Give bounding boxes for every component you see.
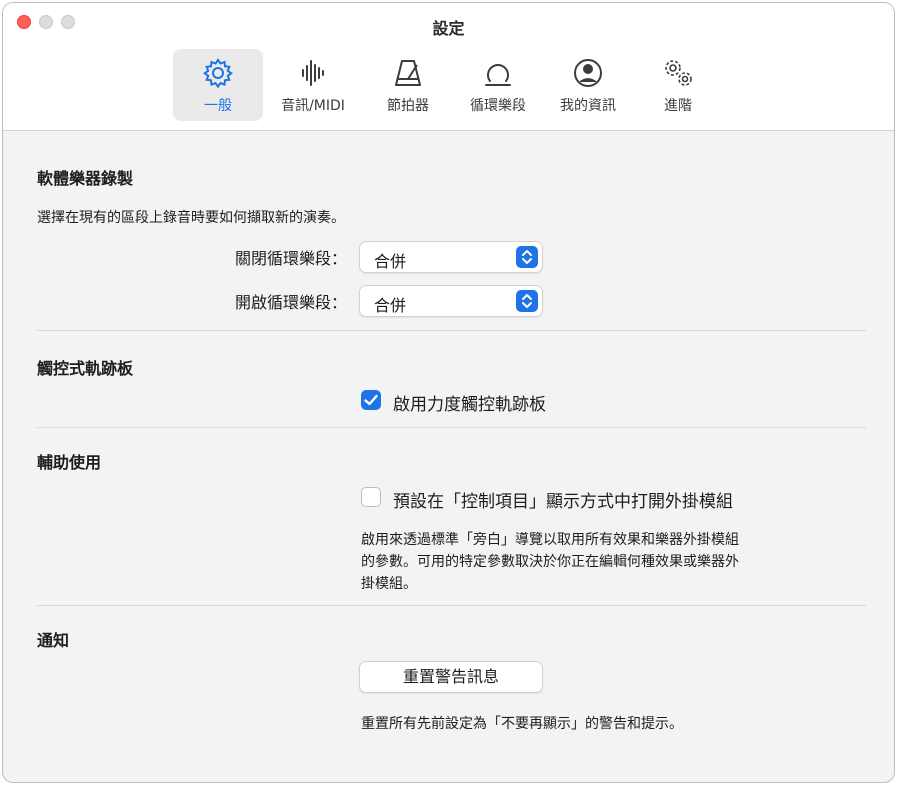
tab-audio-midi[interactable]: 音訊/MIDI (263, 49, 363, 121)
tab-loops-label: 循環樂段 (470, 98, 526, 114)
person-circle-icon (543, 57, 633, 93)
reset-warnings-button[interactable]: 重置警告訊息 (359, 661, 543, 693)
tab-my-info[interactable]: 我的資訊 (543, 49, 633, 121)
settings-window: 設定 一般 音訊/MIDI 節拍器 循環樂段 我的資訊 進階 軟體樂器錄製 選擇… (2, 2, 895, 783)
accessibility-heading: 輔助使用 (37, 453, 102, 472)
divider (37, 330, 866, 331)
gear-icon (173, 57, 263, 93)
loop-on-select[interactable]: 合併 (359, 285, 543, 317)
tab-advanced[interactable]: 進階 (633, 49, 723, 121)
waveform-icon (263, 57, 363, 93)
reset-warnings-help: 重置所有先前設定為「不要再顯示」的警告和提示。 (361, 716, 683, 732)
metronome-icon (363, 57, 453, 93)
accessibility-help-line: 啟用來透過標準「旁白」導覽以取用所有效果和樂器外掛模組 (361, 532, 739, 548)
divider (37, 605, 866, 606)
trackpad-heading: 觸控式軌跡板 (37, 359, 134, 378)
loop-off-label: 關閉循環樂段： (234, 249, 347, 268)
software-recording-description: 選擇在現有的區段上錄音時要如何擷取新的演奏。 (37, 210, 345, 226)
divider (37, 427, 866, 428)
settings-tabs: 一般 音訊/MIDI 節拍器 循環樂段 我的資訊 進階 (173, 49, 723, 121)
notifications-heading: 通知 (37, 631, 70, 650)
force-touch-checkbox[interactable] (361, 390, 381, 410)
tab-loops[interactable]: 循環樂段 (453, 49, 543, 121)
tab-my-info-label: 我的資訊 (560, 98, 616, 114)
checkmark-icon (364, 394, 378, 406)
tab-metronome[interactable]: 節拍器 (363, 49, 453, 121)
gears-icon (633, 57, 723, 93)
loop-off-select[interactable]: 合併 (359, 241, 543, 273)
software-recording-heading: 軟體樂器錄製 (37, 169, 134, 188)
open-plugins-checkbox[interactable] (361, 487, 381, 507)
tab-audio-midi-label: 音訊/MIDI (281, 98, 345, 114)
loop-on-label: 開啟循環樂段： (234, 293, 347, 312)
accessibility-help-line: 的參數。可用的特定參數取決於你正在編輯何種效果或樂器外 (361, 554, 739, 570)
tab-general-label: 一般 (204, 98, 232, 114)
toolbar: 設定 一般 音訊/MIDI 節拍器 循環樂段 我的資訊 進階 (3, 3, 894, 131)
tab-general[interactable]: 一般 (173, 49, 263, 121)
loop-icon (453, 57, 543, 93)
tab-metronome-label: 節拍器 (387, 98, 429, 114)
loop-on-value: 合併 (374, 296, 407, 315)
tab-advanced-label: 進階 (664, 98, 692, 114)
loop-off-value: 合併 (374, 252, 407, 271)
accessibility-help: 啟用來透過標準「旁白」導覽以取用所有效果和樂器外掛模組 的參數。可用的特定參數取… (361, 529, 739, 595)
force-touch-label: 啟用力度觸控軌跡板 (393, 395, 546, 415)
open-plugins-label: 預設在「控制項目」顯示方式中打開外掛模組 (393, 492, 733, 512)
chevron-updown-icon (516, 290, 538, 312)
window-title: 設定 (432, 19, 465, 38)
chevron-updown-icon (516, 246, 538, 268)
accessibility-help-line: 掛模組。 (361, 576, 417, 592)
